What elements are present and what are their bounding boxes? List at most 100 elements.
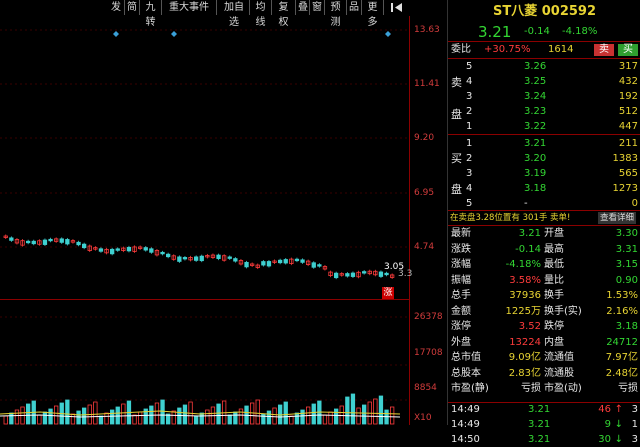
- stat-label: 外盘: [451, 336, 471, 348]
- volume-series: [3, 393, 395, 425]
- kline-chart[interactable]: 3.05 3.3 涨: [0, 16, 412, 425]
- stat-value: 3.31: [615, 243, 638, 255]
- weibi-row: 委比 +30.75% 1614 卖 买: [448, 42, 640, 58]
- book-volume: 0: [631, 198, 638, 209]
- volume-bar: [261, 413, 266, 425]
- toolbar-ma-button[interactable]: 均线: [250, 0, 272, 28]
- chart-toolbar: 发 简 九转 重大事件 加自选 均线 复权 叠 窗 预测 品 更多: [0, 0, 410, 28]
- stat-label: 最新: [451, 228, 471, 239]
- ask-row[interactable]: 3 3.24 192: [448, 89, 640, 104]
- stat-value: 2.83亿: [508, 367, 541, 379]
- price-axis-label: 11.41: [414, 79, 440, 89]
- book-price: 3.20: [524, 153, 547, 164]
- volume-bar: [3, 415, 8, 425]
- bid-row[interactable]: 2 3.20 1383: [448, 151, 640, 166]
- volume-bar: [82, 407, 87, 425]
- tick-count: 3: [631, 434, 638, 445]
- toolbar-more-button[interactable]: 更多: [362, 0, 384, 28]
- ask-row[interactable]: 5 3.26 317: [448, 59, 640, 74]
- toolbar-jiuzhuan-button[interactable]: 九转: [140, 0, 162, 28]
- toolbar-overlay-button[interactable]: 叠: [296, 0, 310, 15]
- stat-label: 换手: [544, 290, 564, 301]
- price-change-pct: -4.18%: [562, 26, 598, 37]
- price-line: 3.21 -0.14 -4.18%: [448, 22, 640, 42]
- tick-count: 1: [631, 419, 638, 430]
- stock-title: ST八菱 002592: [448, 2, 640, 22]
- stat-label: 量比: [544, 274, 564, 286]
- bid-row[interactable]: 3 3.19 565: [448, 166, 640, 181]
- toolbar-fa-button[interactable]: 发: [108, 0, 125, 15]
- stats-row: 总股本 2.83亿 流通股 2.48亿: [448, 366, 640, 381]
- volume-bar: [361, 404, 367, 425]
- stat-value: 3.52: [518, 321, 541, 332]
- stats-row: 最新 3.21 开盘 3.30: [448, 226, 640, 241]
- volume-bar: [322, 414, 328, 425]
- stats-row: 总市值 9.09亿 流通值 7.97亿: [448, 350, 640, 365]
- book-price: 3.19: [524, 168, 547, 179]
- event-marker-icon: [385, 31, 391, 37]
- weibi-qty: 1614: [548, 44, 574, 55]
- toolbar-forecast-button[interactable]: 预测: [325, 0, 347, 28]
- volume-bar: [266, 410, 272, 425]
- toolbar-adjust-button[interactable]: 复权: [272, 0, 296, 28]
- sell-side-label: 卖: [451, 76, 462, 89]
- volume-bar: [48, 408, 53, 425]
- stat-value: 7.97亿: [605, 352, 638, 363]
- ask-row[interactable]: 4 3.25 432: [448, 74, 640, 89]
- stat-value: 13224: [509, 336, 541, 348]
- book-price: 3.23: [524, 106, 547, 117]
- toolbar-add-watchlist-button[interactable]: 加自选: [219, 0, 250, 28]
- toolbar-window-button[interactable]: 窗: [310, 0, 325, 15]
- stats-row: 外盘 13224 内盘 24712: [448, 335, 640, 350]
- sell-button[interactable]: 卖: [594, 44, 614, 56]
- toolbar-jian-button[interactable]: 简: [125, 0, 140, 15]
- stat-label: 最低: [544, 259, 564, 270]
- candlestick-series: [3, 234, 395, 280]
- toolbar-pin-button[interactable]: 品: [347, 0, 362, 15]
- book-volume: 447: [618, 121, 638, 132]
- quote-panel: ST八菱 002592 3.21 -0.14 -4.18% 委比 +30.75%…: [447, 0, 640, 445]
- volume-bar: [115, 406, 120, 425]
- stats-row: 涨幅 -4.18% 最低 3.15: [448, 257, 640, 272]
- volume-bar: [132, 414, 137, 425]
- stat-value: 亏损: [618, 383, 638, 394]
- bid-row[interactable]: 4 3.18 1273: [448, 181, 640, 196]
- book-volume: 1383: [612, 153, 638, 164]
- ask-row[interactable]: 1 3.22 447: [448, 119, 640, 134]
- view-detail-link[interactable]: 查看详细: [598, 212, 637, 224]
- stat-value: 37936: [509, 290, 541, 301]
- volume-bar: [311, 403, 316, 425]
- sell-side-label: 盘: [451, 108, 462, 121]
- event-marker-icon: [171, 31, 177, 37]
- volume-bar: [121, 403, 126, 425]
- book-price: 3.21: [524, 138, 547, 149]
- volume-bar: [350, 393, 356, 425]
- pin-icon[interactable]: [386, 0, 410, 15]
- volume-multiplier-label: X10: [414, 413, 432, 423]
- toolbar-major-events-button[interactable]: 重大事件: [162, 0, 217, 15]
- price-axis-label: 6.95: [414, 188, 435, 198]
- book-level: 4: [466, 183, 473, 194]
- stat-label: 流通股: [544, 367, 574, 379]
- volume-bar: [110, 409, 115, 425]
- volume-bar: [9, 412, 14, 425]
- volume-bar: [289, 415, 294, 425]
- tick-price: 3.21: [528, 434, 551, 445]
- stat-label: 总股本: [451, 367, 481, 379]
- volume-bar: [339, 405, 344, 425]
- stat-label: 市盈(静): [451, 383, 489, 394]
- buy-button[interactable]: 买: [618, 44, 638, 56]
- ask-row[interactable]: 2 3.23 512: [448, 104, 640, 119]
- bid-row[interactable]: 1 3.21 211: [448, 136, 640, 151]
- volume-bar: [93, 401, 98, 425]
- volume-bar: [238, 408, 244, 425]
- price-axis-label: 4.74: [414, 242, 435, 252]
- bid-row[interactable]: 5 - 0: [448, 196, 640, 211]
- stat-label: 流通值: [544, 352, 574, 363]
- stock-name: ST八菱: [492, 4, 538, 19]
- book-price: -: [524, 198, 528, 209]
- book-level: 5: [466, 61, 473, 72]
- arrow-up-icon: ↑: [614, 404, 623, 415]
- tick-time: 14:50: [451, 434, 480, 445]
- stat-value: 3.21: [518, 228, 541, 239]
